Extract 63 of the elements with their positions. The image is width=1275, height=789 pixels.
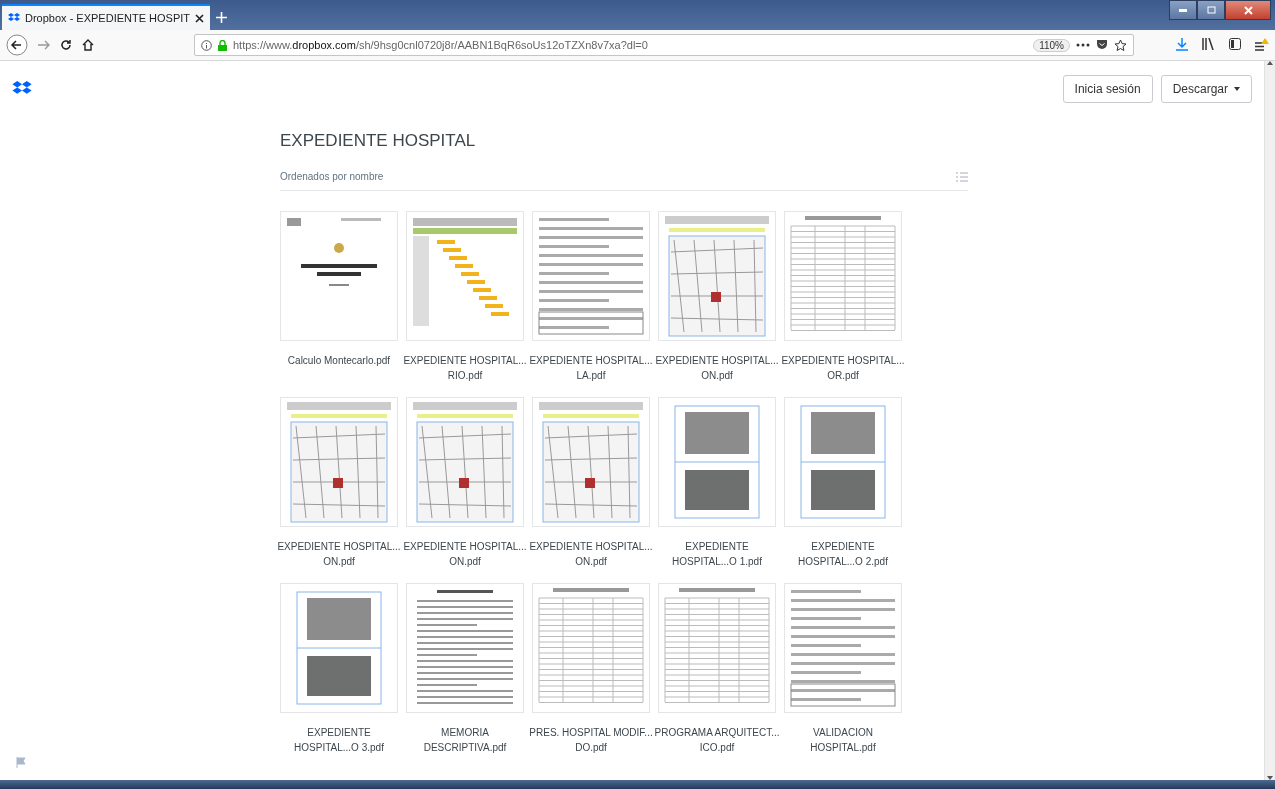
caret-icon <box>1234 87 1240 91</box>
document-thumbnail[interactable] <box>784 397 902 527</box>
url-text: https://www.dropbox.com/sh/9hsg0cnl0720j8r/AABN1BqR6soUs12oTZXn8v7xa?dl=0 <box>233 39 649 51</box>
home-icon[interactable] <box>82 39 94 51</box>
document-thumbnail[interactable] <box>280 397 398 527</box>
sidebar-icon[interactable] <box>1229 38 1241 50</box>
file-name[interactable]: EXPEDIENTE HOSPITAL... ON.pdf <box>403 539 527 569</box>
sort-label: Ordenados por nombre <box>280 171 384 182</box>
file-name[interactable]: EXPEDIENTE HOSPITAL...O 2.pdf <box>798 539 888 569</box>
file-name[interactable]: EXPEDIENTE HOSPITAL... ON.pdf <box>277 539 401 569</box>
document-thumbnail[interactable] <box>658 211 776 341</box>
tab-title: Dropbox - EXPEDIENTE HOSPIT <box>25 12 191 24</box>
document-thumbnail[interactable] <box>532 211 650 341</box>
menu-icon[interactable] <box>1255 38 1269 52</box>
maximize-button[interactable] <box>1197 0 1225 20</box>
star-icon[interactable] <box>1114 38 1127 52</box>
file-name[interactable]: EXPEDIENTE HOSPITAL... ON.pdf <box>655 353 779 383</box>
close-window-button[interactable] <box>1225 0 1271 20</box>
download-button[interactable]: Descargar <box>1160 75 1252 103</box>
document-thumbnail[interactable] <box>406 397 524 527</box>
file-name[interactable]: EXPEDIENTE HOSPITAL... ON.pdf <box>529 539 653 569</box>
file-name[interactable]: Calculo Montecarlo.pdf <box>287 353 391 383</box>
minimize-icon <box>1179 8 1187 12</box>
zoom-level[interactable]: 110% <box>1033 38 1070 52</box>
sign-in-button[interactable]: Inicia sesión <box>1062 75 1153 103</box>
plus-icon[interactable] <box>215 11 227 23</box>
close-icon[interactable] <box>195 13 205 23</box>
folder-title: EXPEDIENTE HOSPITAL <box>280 131 477 151</box>
box-logo-icon <box>8 13 20 23</box>
info-icon[interactable] <box>201 39 212 51</box>
document-thumbnail[interactable] <box>784 583 902 713</box>
library-icon[interactable] <box>1202 38 1215 50</box>
file-name[interactable]: MEMORIA DESCRIPTIVA.pdf <box>423 725 507 755</box>
forward-icon[interactable] <box>38 40 50 50</box>
download-icon[interactable] <box>1176 38 1188 51</box>
document-thumbnail[interactable] <box>406 211 524 341</box>
file-name[interactable]: VALIDACION HOSPITAL.pdf <box>810 725 876 755</box>
shield-icon[interactable] <box>1096 39 1108 51</box>
document-thumbnail[interactable] <box>532 397 650 527</box>
file-name[interactable]: EXPEDIENTE HOSPITAL... LA.pdf <box>529 353 653 383</box>
more-icon[interactable] <box>1076 43 1090 47</box>
document-thumbnail[interactable] <box>280 583 398 713</box>
back-icon[interactable] <box>6 34 28 56</box>
lock-icon <box>218 39 227 51</box>
address-bar[interactable]: https://www.dropbox.com/sh/9hsg0cnl0720j8r/AABN1BqR6soUs12oTZXn8v7xa?dl=0 110% <box>194 34 1134 56</box>
document-thumbnail[interactable] <box>406 583 524 713</box>
file-name[interactable]: PRES. HOSPITAL MODIF... DO.pdf <box>529 725 653 755</box>
document-thumbnail[interactable] <box>658 397 776 527</box>
document-thumbnail[interactable] <box>280 211 398 341</box>
minimize-button[interactable] <box>1169 0 1197 20</box>
document-thumbnail[interactable] <box>532 583 650 713</box>
box-logo-icon[interactable] <box>12 81 32 97</box>
document-thumbnail[interactable] <box>784 211 902 341</box>
file-name[interactable]: EXPEDIENTE HOSPITAL... OR.pdf <box>781 353 905 383</box>
document-thumbnail[interactable] <box>658 583 776 713</box>
reload-icon[interactable] <box>60 39 72 51</box>
file-name[interactable]: EXPEDIENTE HOSPITAL...O 3.pdf <box>294 725 384 755</box>
file-name[interactable]: PROGRAMA ARQUITECT... ICO.pdf <box>654 725 780 755</box>
browser-tab[interactable]: Dropbox - EXPEDIENTE HOSPIT <box>2 4 211 30</box>
close-icon <box>1243 5 1253 15</box>
maximize-icon <box>1206 6 1216 14</box>
file-name[interactable]: EXPEDIENTE HOSPITAL...O 1.pdf <box>672 539 762 569</box>
file-name[interactable]: EXPEDIENTE HOSPITAL... RIO.pdf <box>403 353 527 383</box>
